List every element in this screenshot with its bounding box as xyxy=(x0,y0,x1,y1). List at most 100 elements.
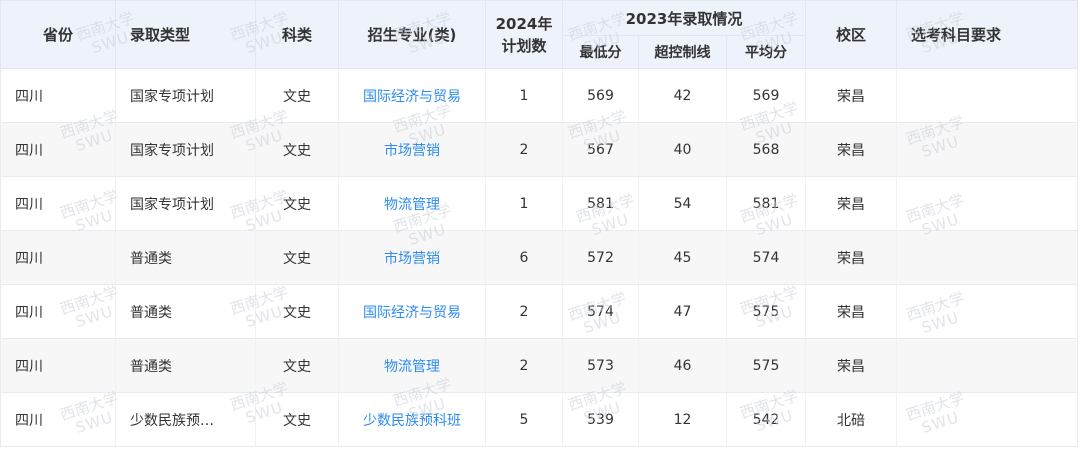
major-link[interactable]: 市场营销 xyxy=(384,251,440,267)
cell-plan-count: 6 xyxy=(485,230,563,285)
cell-required-subjects xyxy=(896,68,1078,123)
table-header: 省份 录取类型 科类 招生专业(类) 2024年 计划数 2023年录取情况 校… xyxy=(0,0,1078,69)
header-plan-label: 计划数 xyxy=(501,36,547,55)
cell-major: 市场营销 xyxy=(338,122,486,177)
cell-admission-type: 普通类 xyxy=(115,284,256,339)
header-campus: 校区 xyxy=(805,0,897,69)
cell-subject-category: 文史 xyxy=(255,338,339,393)
cell-subject-category: 文史 xyxy=(255,230,339,285)
cell-admission-type: 普通类 xyxy=(115,338,256,393)
cell-avg-score: 542 xyxy=(726,392,806,447)
cell-required-subjects xyxy=(896,338,1078,393)
cell-above-line: 12 xyxy=(638,392,727,447)
table-row: 四川 普通类 文史 国际经济与贸易 2 574 47 575 荣昌 xyxy=(0,284,1078,339)
header-result-group: 2023年录取情况 xyxy=(562,0,806,36)
cell-admission-type: 国家专项计划 xyxy=(115,176,256,231)
cell-subject-category: 文史 xyxy=(255,392,339,447)
admission-table: 省份 录取类型 科类 招生专业(类) 2024年 计划数 2023年录取情况 校… xyxy=(0,0,1078,447)
cell-province: 四川 xyxy=(0,338,116,393)
table-row: 四川 普通类 文史 物流管理 2 573 46 575 荣昌 xyxy=(0,338,1078,393)
header-min-score: 最低分 xyxy=(562,35,639,69)
cell-plan-count: 2 xyxy=(485,338,563,393)
header-plan-count: 2024年 计划数 xyxy=(485,0,563,69)
header-province: 省份 xyxy=(0,0,116,69)
cell-campus: 荣昌 xyxy=(805,284,897,339)
cell-province: 四川 xyxy=(0,122,116,177)
admission-table-container: 省份 录取类型 科类 招生专业(类) 2024年 计划数 2023年录取情况 校… xyxy=(0,0,1080,452)
cell-province: 四川 xyxy=(0,230,116,285)
cell-campus: 荣昌 xyxy=(805,230,897,285)
header-admission-type: 录取类型 xyxy=(115,0,256,69)
cell-min-score: 574 xyxy=(562,284,639,339)
cell-above-line: 42 xyxy=(638,68,727,123)
cell-major: 国际经济与贸易 xyxy=(338,68,486,123)
cell-avg-score: 569 xyxy=(726,68,806,123)
cell-required-subjects xyxy=(896,230,1078,285)
cell-subject-category: 文史 xyxy=(255,176,339,231)
cell-major: 市场营销 xyxy=(338,230,486,285)
cell-campus: 荣昌 xyxy=(805,122,897,177)
cell-campus: 荣昌 xyxy=(805,68,897,123)
cell-above-line: 45 xyxy=(638,230,727,285)
cell-avg-score: 574 xyxy=(726,230,806,285)
header-subject-category: 科类 xyxy=(255,0,339,69)
cell-min-score: 581 xyxy=(562,176,639,231)
cell-avg-score: 568 xyxy=(726,122,806,177)
cell-plan-count: 1 xyxy=(485,176,563,231)
major-link[interactable]: 市场营销 xyxy=(384,143,440,159)
cell-campus: 荣昌 xyxy=(805,338,897,393)
cell-admission-type: 普通类 xyxy=(115,230,256,285)
table-row: 四川 国家专项计划 文史 国际经济与贸易 1 569 42 569 荣昌 xyxy=(0,68,1078,123)
cell-province: 四川 xyxy=(0,68,116,123)
header-required-subjects: 选考科目要求 xyxy=(896,0,1078,69)
cell-min-score: 572 xyxy=(562,230,639,285)
header-avg-score: 平均分 xyxy=(726,35,806,69)
cell-required-subjects xyxy=(896,284,1078,339)
cell-required-subjects xyxy=(896,122,1078,177)
cell-min-score: 573 xyxy=(562,338,639,393)
major-link[interactable]: 物流管理 xyxy=(384,197,440,213)
header-above-line: 超控制线 xyxy=(638,35,727,69)
cell-min-score: 567 xyxy=(562,122,639,177)
cell-avg-score: 575 xyxy=(726,284,806,339)
table-body: 四川 国家专项计划 文史 国际经济与贸易 1 569 42 569 荣昌 四川 … xyxy=(0,68,1078,447)
cell-admission-type: 国家专项计划 xyxy=(115,68,256,123)
major-link[interactable]: 国际经济与贸易 xyxy=(363,89,461,105)
cell-plan-count: 5 xyxy=(485,392,563,447)
cell-above-line: 54 xyxy=(638,176,727,231)
cell-required-subjects xyxy=(896,392,1078,447)
cell-admission-type: 国家专项计划 xyxy=(115,122,256,177)
cell-avg-score: 575 xyxy=(726,338,806,393)
cell-min-score: 569 xyxy=(562,68,639,123)
cell-major: 物流管理 xyxy=(338,338,486,393)
cell-plan-count: 2 xyxy=(485,122,563,177)
cell-campus: 北碚 xyxy=(805,392,897,447)
cell-min-score: 539 xyxy=(562,392,639,447)
table-row: 四川 国家专项计划 文史 市场营销 2 567 40 568 荣昌 xyxy=(0,122,1078,177)
major-link[interactable]: 国际经济与贸易 xyxy=(363,305,461,321)
cell-subject-category: 文史 xyxy=(255,122,339,177)
header-major: 招生专业(类) xyxy=(338,0,486,69)
cell-avg-score: 581 xyxy=(726,176,806,231)
cell-plan-count: 2 xyxy=(485,284,563,339)
cell-above-line: 40 xyxy=(638,122,727,177)
header-plan-year: 2024年 xyxy=(495,14,553,33)
major-link[interactable]: 少数民族预科班 xyxy=(363,413,461,429)
cell-plan-count: 1 xyxy=(485,68,563,123)
cell-above-line: 47 xyxy=(638,284,727,339)
cell-required-subjects xyxy=(896,176,1078,231)
major-link[interactable]: 物流管理 xyxy=(384,359,440,375)
cell-major: 国际经济与贸易 xyxy=(338,284,486,339)
cell-admission-type: 少数民族预… xyxy=(115,392,256,447)
table-row: 四川 普通类 文史 市场营销 6 572 45 574 荣昌 xyxy=(0,230,1078,285)
cell-province: 四川 xyxy=(0,392,116,447)
cell-subject-category: 文史 xyxy=(255,284,339,339)
table-row: 四川 国家专项计划 文史 物流管理 1 581 54 581 荣昌 xyxy=(0,176,1078,231)
cell-province: 四川 xyxy=(0,284,116,339)
cell-above-line: 46 xyxy=(638,338,727,393)
cell-campus: 荣昌 xyxy=(805,176,897,231)
cell-major: 少数民族预科班 xyxy=(338,392,486,447)
cell-province: 四川 xyxy=(0,176,116,231)
table-row: 四川 少数民族预… 文史 少数民族预科班 5 539 12 542 北碚 xyxy=(0,392,1078,447)
cell-major: 物流管理 xyxy=(338,176,486,231)
